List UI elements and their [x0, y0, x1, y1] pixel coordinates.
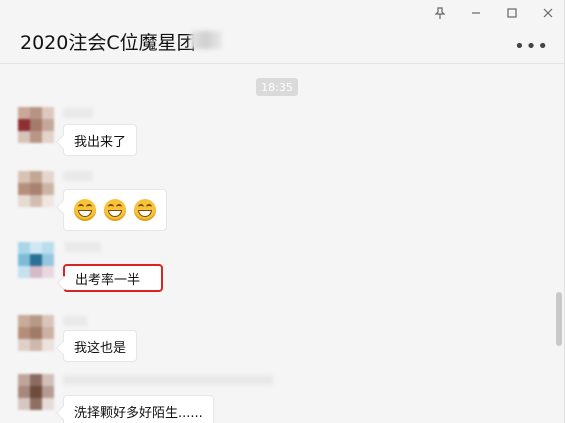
sender-name [63, 316, 87, 326]
message-bubble[interactable]: 我出来了 [63, 124, 138, 156]
timestamp: 18:35 [256, 78, 298, 96]
blurred-title-suffix [190, 31, 222, 49]
more-options-icon[interactable]: ••• [514, 36, 549, 57]
sender-name [63, 108, 93, 118]
message-list[interactable]: 18:35 我出来了 出考率一半 我这也是 洗择颗好多好陌生...... [0, 64, 565, 423]
maximize-icon[interactable] [505, 6, 519, 20]
grin-emoji-icon [104, 199, 126, 221]
avatar[interactable] [18, 107, 54, 143]
avatar[interactable] [18, 242, 54, 278]
sender-name [65, 242, 101, 252]
sender-name [63, 171, 93, 181]
avatar[interactable] [18, 315, 54, 351]
chat-title: 2020注会C位魔星团 [20, 32, 196, 54]
chat-window: 2020注会C位魔星团 ••• 18:35 我出来了 出考率一半 我这也是 洗择… [0, 0, 565, 423]
minimize-icon[interactable] [469, 6, 483, 20]
sender-name [63, 375, 273, 385]
message-bubble[interactable]: 洗择颗好多好陌生...... [63, 395, 214, 423]
emoji-message-bubble[interactable] [63, 189, 167, 231]
avatar[interactable] [18, 171, 54, 207]
close-icon[interactable] [541, 6, 555, 20]
scrollbar[interactable] [556, 292, 562, 346]
message-bubble[interactable]: 我这也是 [63, 330, 138, 362]
grin-emoji-icon [134, 199, 156, 221]
avatar[interactable] [18, 374, 54, 410]
title-bar: 2020注会C位魔星团 ••• [0, 0, 565, 64]
pin-icon[interactable] [433, 6, 447, 20]
window-controls [433, 6, 555, 20]
message-bubble[interactable]: 出考率一半 [63, 264, 163, 292]
grin-emoji-icon [74, 199, 96, 221]
